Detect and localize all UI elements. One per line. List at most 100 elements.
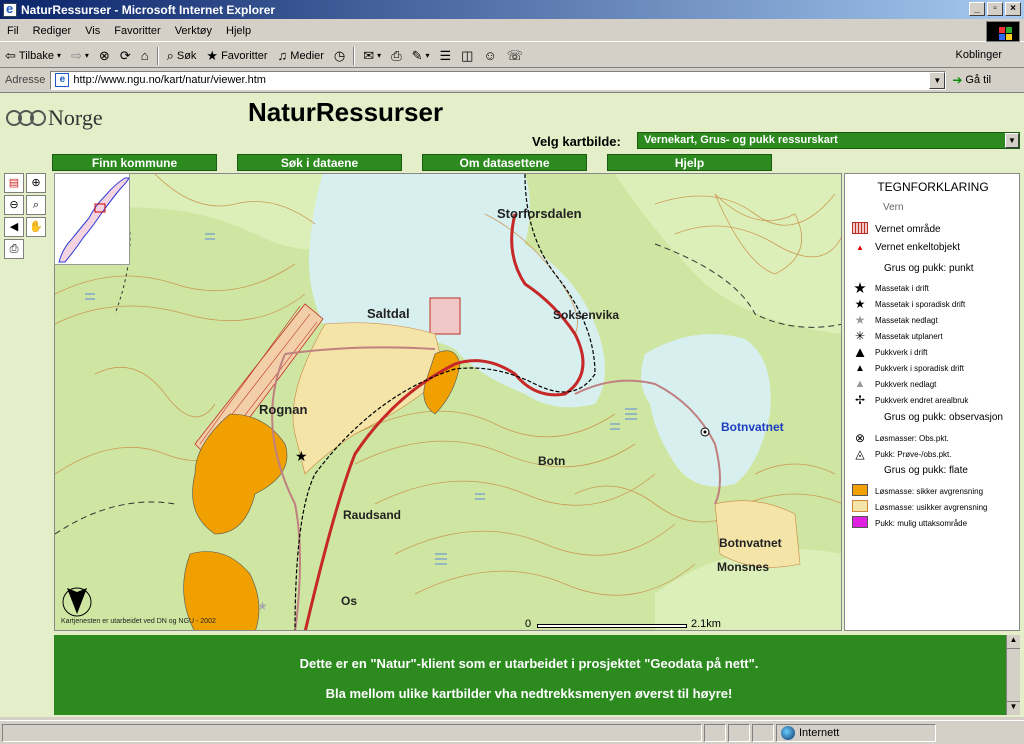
chat-icon: ☏ (506, 47, 524, 63)
menu-favoritter[interactable]: Favoritter (107, 25, 167, 37)
back-button[interactable]: ⇦ Tilbake ▾ (0, 45, 66, 67)
status-pane (752, 723, 774, 742)
black-triangle-icon: ▲ (852, 343, 868, 361)
status-text-pane (2, 723, 702, 742)
address-input[interactable]: e http://www.ngu.no/kart/natur/viewer.ht… (50, 70, 947, 90)
zoom-out-tool[interactable]: ⊖ (4, 195, 24, 215)
small-star-icon: ★ (854, 297, 866, 311)
refresh-icon: ⟳ (119, 47, 131, 63)
legend-item: Vernet område (845, 221, 1021, 236)
page-title: NaturRessurser (248, 97, 444, 127)
legend-item: ◬ Pukk: Prøve-/obs.pkt. (845, 447, 1021, 461)
flag-icon: ▤ (8, 177, 20, 189)
small-triangle-icon: ▲ (855, 362, 865, 374)
place-label: Soksenvika (553, 308, 620, 322)
refresh-button[interactable]: ⟳ (115, 45, 136, 67)
cross-icon: ✢ (854, 393, 866, 407)
legend-item: Pukk: mulig uttaksområde (845, 515, 1021, 530)
stop-button[interactable]: ⊗ (94, 45, 115, 67)
minimize-button[interactable]: _ (969, 2, 985, 16)
zoom-in-icon: ⊕ (31, 177, 41, 189)
research-button[interactable]: ◫ (456, 45, 478, 67)
logo-rings-icon (6, 110, 46, 126)
address-dropdown-icon[interactable]: ▼ (929, 71, 946, 89)
ie-icon (3, 1, 17, 17)
map-view[interactable]: ★ ★ Storforsdalen Saltdal Soksenvika Rog… (54, 173, 842, 631)
legend-item: ✢ Pukkverk endret arealbruk (845, 393, 1021, 407)
identify-icon: ⌕ (32, 199, 40, 211)
identify-tool[interactable]: ⌕ (26, 195, 46, 215)
go-button[interactable]: ➔ Gå til (952, 73, 991, 87)
zone-pane: Internett (776, 723, 936, 742)
legend-subtitle: Vern (883, 202, 904, 213)
window-titlebar: NaturRessurser - Microsoft Internet Expl… (0, 0, 1024, 19)
info-line-1: Dette er en "Natur"-klient som er utarbe… (299, 656, 759, 671)
svg-text:★: ★ (257, 599, 268, 613)
address-bar: Adresse e http://www.ngu.no/kart/natur/v… (0, 69, 1024, 91)
menu-rediger[interactable]: Rediger (26, 25, 79, 37)
legend-item: ▲ Vernet enkeltobjekt (845, 240, 1021, 254)
favorites-icon: ★ (206, 47, 219, 63)
search-button[interactable]: ⌕ Søk (162, 45, 202, 67)
legend-item: ★ Massetak i sporadisk drift (845, 297, 1021, 311)
restore-button[interactable]: ▫ (987, 2, 1003, 16)
menu-hjelp[interactable]: Hjelp (219, 25, 258, 37)
nav-sok-i-dataene[interactable]: Søk i dataene (237, 154, 402, 171)
legend-title: TEGNFORKLARING (877, 180, 989, 194)
overview-map[interactable] (54, 173, 130, 265)
links-button[interactable]: Koblinger (956, 49, 1002, 61)
full-extent-tool[interactable]: ▤ (4, 173, 24, 193)
forward-button[interactable]: ⇨ ▾ (66, 45, 94, 67)
info-scrollbar[interactable]: ▲ ▼ (1006, 635, 1020, 715)
page-icon: e (55, 73, 70, 87)
menu-vis[interactable]: Vis (78, 25, 107, 37)
legend-item: ★ Massetak i drift (845, 280, 1021, 297)
map-select-dropdown-icon[interactable]: ▼ (1005, 133, 1019, 148)
history-button[interactable]: ◷ (329, 45, 350, 67)
back-tool[interactable]: ◀ (4, 217, 24, 237)
map-select[interactable]: Vernekart, Grus- og pukk ressurskart ▼ (637, 132, 1020, 149)
forward-arrow-icon: ⇨ (70, 47, 82, 63)
grey-triangle-icon: ▲ (854, 378, 866, 390)
red-triangle-icon: ▲ (856, 242, 864, 252)
messenger-button[interactable]: ☺ (478, 45, 501, 67)
orange-swatch-icon (845, 483, 875, 499)
menu-verktoy[interactable]: Verktøy (168, 25, 219, 37)
site-logo: Norge (6, 105, 103, 131)
yellow-swatch-icon (845, 499, 875, 515)
research-icon: ◫ (461, 47, 474, 63)
printer-icon: ⎙ (9, 243, 19, 255)
print-icon: ⎙ (391, 47, 402, 63)
media-button[interactable]: ♫ Medier (273, 45, 329, 67)
circle-triangle-icon: ◬ (855, 447, 865, 461)
discuss-button[interactable]: ☰ (435, 45, 457, 67)
map-tools: ▤ ⊕ ⊖ ⌕ ◀ ✋ ⎙ (4, 173, 50, 259)
address-url: http://www.ngu.no/kart/natur/viewer.htm (73, 74, 266, 86)
favorites-button[interactable]: ★ Favoritter (201, 45, 272, 67)
print-button[interactable]: ⎙ (386, 45, 406, 67)
black-star-icon: ★ (853, 280, 867, 297)
legend-item: ▲ Pukkverk i drift (845, 343, 1021, 361)
chat-button[interactable]: ☏ (502, 45, 528, 67)
windows-logo-icon (986, 21, 1020, 42)
legend-heading: Grus og pukk: observasjon (884, 412, 1003, 423)
map-select-label: Velg kartbilde: (532, 134, 621, 149)
print-map-tool[interactable]: ⎙ (4, 239, 24, 259)
zoom-in-tool[interactable]: ⊕ (26, 173, 46, 193)
scale-start: 0 (525, 618, 532, 630)
legend-item: ▲ Pukkverk i sporadisk drift (845, 361, 1021, 375)
nav-hjelp[interactable]: Hjelp (607, 154, 772, 171)
mail-button[interactable]: ✉ ▾ (358, 45, 386, 67)
close-button[interactable]: × (1005, 2, 1021, 16)
nav-finn-kommune[interactable]: Finn kommune (52, 154, 217, 171)
go-arrow-icon: ➔ (952, 73, 963, 87)
info-panel: Dette er en "Natur"-klient som er utarbe… (54, 635, 1020, 715)
place-label: Botnvatnet (719, 536, 782, 550)
pan-tool[interactable]: ✋ (26, 217, 46, 237)
place-label: Os (341, 594, 358, 608)
menu-fil[interactable]: Fil (0, 25, 26, 37)
nav-om-datasettene[interactable]: Om datasettene (422, 154, 587, 171)
home-button[interactable]: ⌂ (136, 45, 154, 67)
edit-button[interactable]: ✎ ▾ (407, 45, 435, 67)
zoom-out-icon: ⊖ (9, 199, 19, 211)
